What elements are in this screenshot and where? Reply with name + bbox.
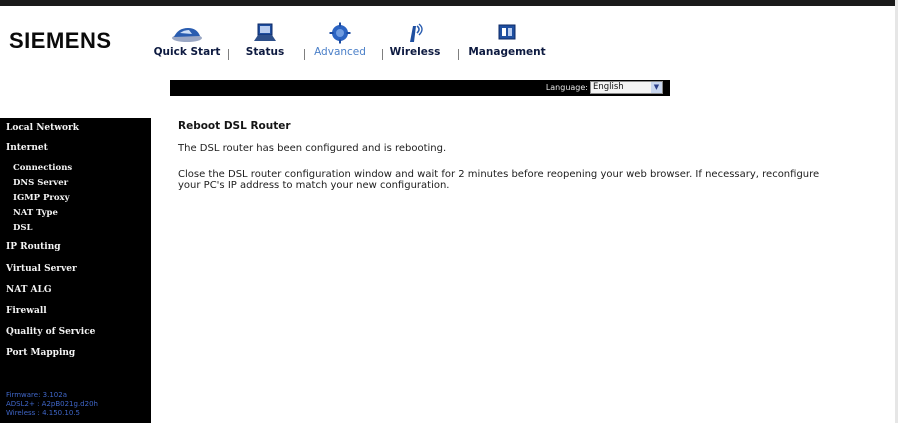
wireless-version: Wireless : 4.150.10.5 [6,409,80,417]
nav-status[interactable]: Status [225,22,305,58]
sidebar-item-virtual-server[interactable]: Virtual Server [6,264,77,274]
nav-advanced[interactable]: Advanced [300,22,380,58]
adsl-version: ADSL2+ : A2pB021g.d20h [6,400,98,408]
sidebar-item-port-mapping[interactable]: Port Mapping [6,348,75,358]
status-message: The DSL router has been configured and i… [178,143,447,154]
sidebar-item-internet[interactable]: Internet [6,143,48,153]
display-icon [467,22,547,44]
language-select[interactable]: English ▼ [590,81,663,94]
top-border [0,0,898,6]
language-bar: Language: English ▼ [170,80,670,96]
sidebar-item-dsl[interactable]: DSL [13,223,33,233]
sidebar-item-igmp-proxy[interactable]: IGMP Proxy [13,193,70,203]
sidebar-item-nat-type[interactable]: NAT Type [13,208,58,218]
sidebar: Local Network Internet Connections DNS S… [0,118,151,423]
page-title: Reboot DSL Router [178,120,291,132]
car-icon [147,22,227,44]
gear-globe-icon [300,22,380,44]
instructions-text: Close the DSL router configuration windo… [178,169,820,191]
language-select-value: English [593,82,624,92]
sidebar-item-nat-alg[interactable]: NAT ALG [6,285,52,295]
sidebar-item-ip-routing[interactable]: IP Routing [6,242,61,252]
sidebar-item-firewall[interactable]: Firewall [6,306,47,316]
nav-wireless[interactable]: Wireless [375,22,455,58]
firmware-version: Firmware: 3.102a [6,391,67,399]
nav-management[interactable]: Management [467,22,547,58]
language-label: Language: [545,83,588,92]
antenna-icon [375,22,455,44]
sidebar-item-dns-server[interactable]: DNS Server [13,178,68,188]
laptop-icon [225,22,305,44]
sidebar-item-quality-of-service[interactable]: Quality of Service [6,327,95,337]
nav-separator [458,49,459,60]
siemens-logo: SIEMENS [9,28,112,53]
chevron-down-icon: ▼ [651,82,662,93]
sidebar-item-local-network[interactable]: Local Network [6,123,79,133]
nav-quick-start[interactable]: Quick Start [147,22,227,58]
sidebar-item-connections[interactable]: Connections [13,163,72,173]
